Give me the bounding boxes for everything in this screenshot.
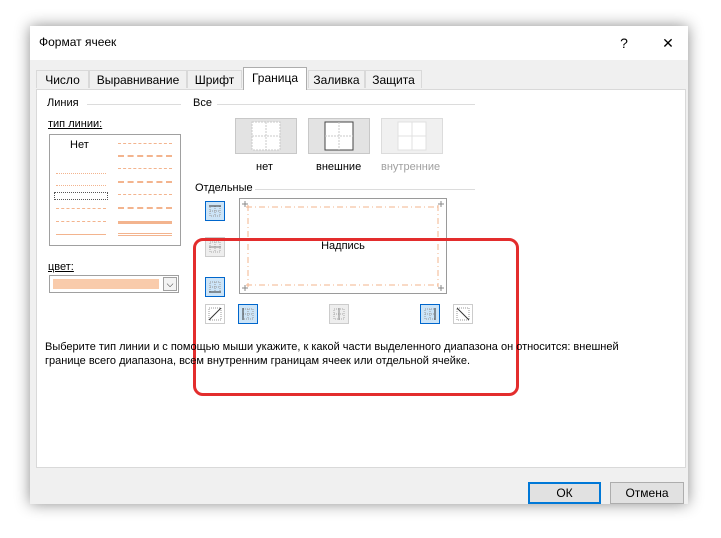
border-top-icon	[209, 205, 221, 217]
line-style-option[interactable]	[118, 233, 172, 236]
line-style-option[interactable]	[118, 221, 172, 224]
highlight-frame	[193, 238, 519, 396]
line-style-label: тип линии:	[48, 118, 103, 130]
preset-none-label: нет	[256, 161, 273, 173]
line-style-option[interactable]	[118, 143, 172, 144]
border-tab-panel: Линия тип линии: Нет цвет: ⌵ Все нет вне…	[36, 89, 686, 468]
line-style-option[interactable]	[118, 155, 172, 157]
border-group-title: Отдельные	[195, 182, 253, 194]
line-style-option[interactable]	[56, 234, 106, 235]
border-top-button[interactable]	[205, 201, 225, 221]
line-style-list[interactable]: Нет	[49, 134, 181, 246]
preset-inside-label: внутренние	[381, 161, 441, 173]
line-style-option[interactable]	[118, 181, 172, 183]
tab-alignment[interactable]: Выравнивание	[89, 70, 187, 88]
help-button[interactable]: ?	[604, 29, 644, 57]
color-picker[interactable]: ⌵	[49, 275, 179, 293]
preset-outline-icon	[324, 121, 354, 151]
tab-protection[interactable]: Защита	[365, 70, 422, 88]
preset-outline-label: внешние	[316, 161, 362, 173]
presets-group-title: Все	[193, 97, 212, 109]
dialog-title: Формат ячеек	[39, 35, 117, 49]
line-style-option[interactable]	[118, 207, 172, 209]
preset-inside-button[interactable]	[381, 118, 443, 154]
title-bar: Формат ячеек ? ✕	[30, 26, 688, 60]
hint-line-1: Выберите тип линии и с помощью мыши укаж…	[45, 341, 619, 353]
ok-button[interactable]: ОК	[528, 482, 601, 504]
preset-none-icon	[251, 121, 281, 151]
tab-number[interactable]: Число	[36, 70, 89, 88]
line-style-none[interactable]: Нет	[70, 139, 89, 151]
line-style-selected[interactable]	[54, 192, 108, 200]
tab-fill[interactable]: Заливка	[308, 70, 365, 88]
line-group-title: Линия	[47, 97, 79, 109]
preset-outline-button[interactable]	[308, 118, 370, 154]
close-button[interactable]: ✕	[648, 29, 688, 57]
line-style-option[interactable]	[56, 173, 106, 174]
preset-none-button[interactable]	[235, 118, 297, 154]
presets-group-divider	[217, 104, 475, 105]
preset-inside-icon	[397, 121, 427, 151]
cancel-button[interactable]: Отмена	[610, 482, 684, 504]
color-swatch	[53, 279, 159, 289]
hint-text: Выберите тип линии и с помощью мыши укаж…	[45, 340, 619, 368]
line-group-divider	[87, 104, 181, 105]
line-style-option[interactable]	[56, 221, 106, 222]
border-group-divider	[255, 189, 475, 190]
chevron-down-icon[interactable]: ⌵	[163, 277, 177, 291]
hint-line-2: границе всего диапазона, всем внутренним…	[45, 355, 471, 367]
line-style-option[interactable]	[118, 194, 172, 195]
color-label: цвет:	[48, 261, 74, 273]
line-style-option[interactable]	[118, 168, 172, 169]
format-cells-dialog: Формат ячеек ? ✕ Число Выравнивание Шриф…	[30, 26, 688, 504]
line-style-option[interactable]	[56, 185, 106, 186]
tab-border[interactable]: Граница	[243, 67, 307, 90]
line-style-option[interactable]	[56, 208, 106, 209]
tab-font[interactable]: Шрифт	[187, 70, 242, 88]
